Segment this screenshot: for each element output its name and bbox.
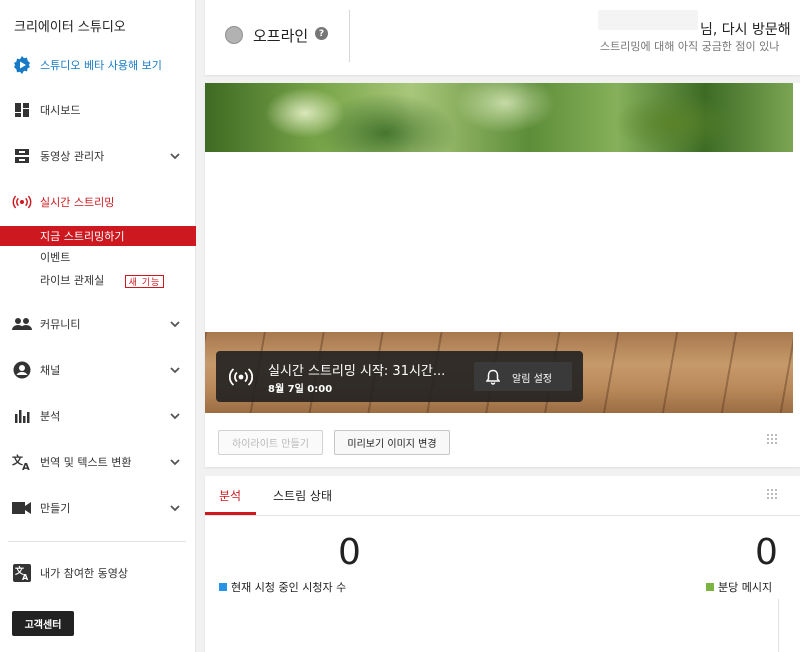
stream-preview-panel: 실시간 스트리밍 시작: 31시간... 8월 7일 0:00 알림 설정 하이… (205, 83, 800, 467)
sidebar-item-dashboard[interactable]: 대시보드 (0, 99, 196, 121)
sidebar-item-label: 커뮤니티 (40, 318, 81, 331)
greeting-subtitle: 스트리밍에 대해 아직 궁금한 점이 있나 (600, 40, 780, 53)
tab-stream-health[interactable]: 스트림 상태 (273, 487, 332, 504)
bell-icon (486, 369, 500, 385)
svg-text:A: A (22, 462, 30, 471)
chevron-down-icon[interactable] (168, 409, 182, 423)
translate-icon: 文A (12, 452, 32, 472)
sidebar-item-label: 번역 및 텍스트 변환 (40, 456, 132, 469)
scheduled-stream-notice: 실시간 스트리밍 시작: 31시간... 8월 7일 0:00 알림 설정 (216, 351, 583, 402)
sidebar-item-analytics[interactable]: 분석 (0, 405, 196, 427)
community-icon (12, 314, 32, 334)
studio-beta-link[interactable]: 스튜디오 베타 사용해 보기 (0, 54, 196, 76)
sidebar-item-label: 분석 (40, 410, 61, 423)
live-broadcast-icon (229, 368, 253, 386)
videocam-icon (12, 498, 32, 518)
new-feature-badge: 새 기능 (125, 275, 164, 288)
set-reminder-label: 알림 설정 (512, 374, 552, 385)
tab-bar-border (205, 515, 800, 516)
sidebar-subitem-stream-now[interactable]: 지금 스트리밍하기 (0, 226, 196, 246)
svg-text:A: A (22, 573, 29, 582)
chat-rate-label: 분당 메시지 (718, 581, 773, 594)
help-center-button[interactable]: 고객센터 (12, 611, 74, 636)
notice-title: 실시간 스트리밍 시작: 31시간... (268, 364, 446, 379)
app-title: 크리에이터 스튜디오 (14, 20, 126, 35)
sidebar-item-video-manager[interactable]: 동영상 관리자 (0, 145, 196, 167)
subitem-label: 이벤트 (40, 251, 71, 264)
account-circle-icon (12, 360, 32, 380)
create-highlight-button[interactable]: 하이라이트 만들기 (218, 430, 323, 455)
studio-gear-icon (12, 55, 32, 75)
contributions-label: 내가 참여한 동영상 (40, 567, 128, 580)
chevron-down-icon[interactable] (168, 149, 182, 163)
username-redacted (598, 10, 698, 30)
sidebar-item-create[interactable]: 만들기 (0, 497, 196, 519)
sidebar-item-contributions[interactable]: 文A 내가 참여한 동영상 (0, 562, 196, 584)
sidebar-subitem-live-control-room[interactable]: 라이브 관제실 (0, 270, 196, 290)
change-thumbnail-button[interactable]: 미리보기 이미지 변경 (334, 430, 450, 455)
stream-status: 오프라인 (253, 27, 309, 45)
concurrent-viewers-value: 0 (338, 532, 361, 573)
thumbnail-foliage (205, 83, 793, 152)
sidebar-item-label: 동영상 관리자 (40, 150, 105, 163)
translate-box-icon: 文A (12, 563, 32, 583)
sidebar-item-label: 실시간 스트리밍 (40, 196, 115, 209)
sidebar-item-label: 대시보드 (40, 104, 81, 117)
status-panel: 오프라인 ? 님, 다시 방문해 스트리밍에 대해 아직 궁금한 점이 있나 (205, 0, 800, 75)
drag-handle-icon[interactable] (767, 489, 779, 501)
sidebar-item-channel[interactable]: 채널 (0, 359, 196, 381)
studio-beta-label: 스튜디오 베타 사용해 보기 (40, 59, 162, 72)
chart-divider (778, 599, 779, 652)
live-broadcast-icon (12, 192, 32, 212)
legend-swatch (706, 583, 714, 591)
bar-chart-icon (12, 406, 32, 426)
analytics-panel: 분석 스트림 상태 0 현재 시청 중인 시청자 수 0 분당 메시지 (205, 476, 800, 652)
stream-thumbnail: 실시간 스트리밍 시작: 31시간... 8월 7일 0:00 알림 설정 (205, 83, 793, 413)
sidebar-item-label: 만들기 (40, 502, 71, 515)
chat-rate-metric: 분당 메시지 (706, 579, 772, 595)
concurrent-viewers-metric: 현재 시청 중인 시청자 수 (219, 579, 346, 595)
panel-divider (349, 10, 350, 62)
notice-date: 8월 7일 0:00 (268, 384, 333, 395)
subitem-label: 지금 스트리밍하기 (40, 230, 125, 243)
sidebar-item-live-streaming[interactable]: 실시간 스트리밍 (0, 191, 196, 213)
concurrent-viewers-label: 현재 시청 중인 시청자 수 (231, 581, 347, 594)
help-icon[interactable]: ? (315, 27, 328, 40)
legend-swatch (219, 583, 227, 591)
sidebar-divider (8, 541, 186, 542)
chevron-down-icon[interactable] (168, 455, 182, 469)
chat-rate-value: 0 (755, 532, 778, 573)
sidebar-item-translation[interactable]: 文A 번역 및 텍스트 변환 (0, 451, 196, 473)
chevron-down-icon[interactable] (168, 317, 182, 331)
sidebar-item-label: 채널 (40, 364, 61, 377)
subitem-label: 라이브 관제실 (40, 274, 105, 287)
tab-analytics[interactable]: 분석 (219, 487, 241, 504)
chevron-down-icon[interactable] (168, 501, 182, 515)
video-manager-icon (12, 146, 32, 166)
offline-status-dot (225, 26, 243, 44)
sidebar: 크리에이터 스튜디오 스튜디오 베타 사용해 보기 대시보드 동영상 관리자 실… (0, 0, 196, 652)
set-reminder-button[interactable]: 알림 설정 (474, 362, 572, 391)
greeting-title: 님, 다시 방문해 (700, 22, 791, 38)
thumbnail-blank-area (205, 152, 793, 332)
drag-handle-icon[interactable] (767, 434, 779, 446)
sidebar-subitem-events[interactable]: 이벤트 (0, 247, 196, 267)
dashboard-icon (12, 100, 32, 120)
chevron-down-icon[interactable] (168, 363, 182, 377)
sidebar-item-community[interactable]: 커뮤니티 (0, 313, 196, 335)
